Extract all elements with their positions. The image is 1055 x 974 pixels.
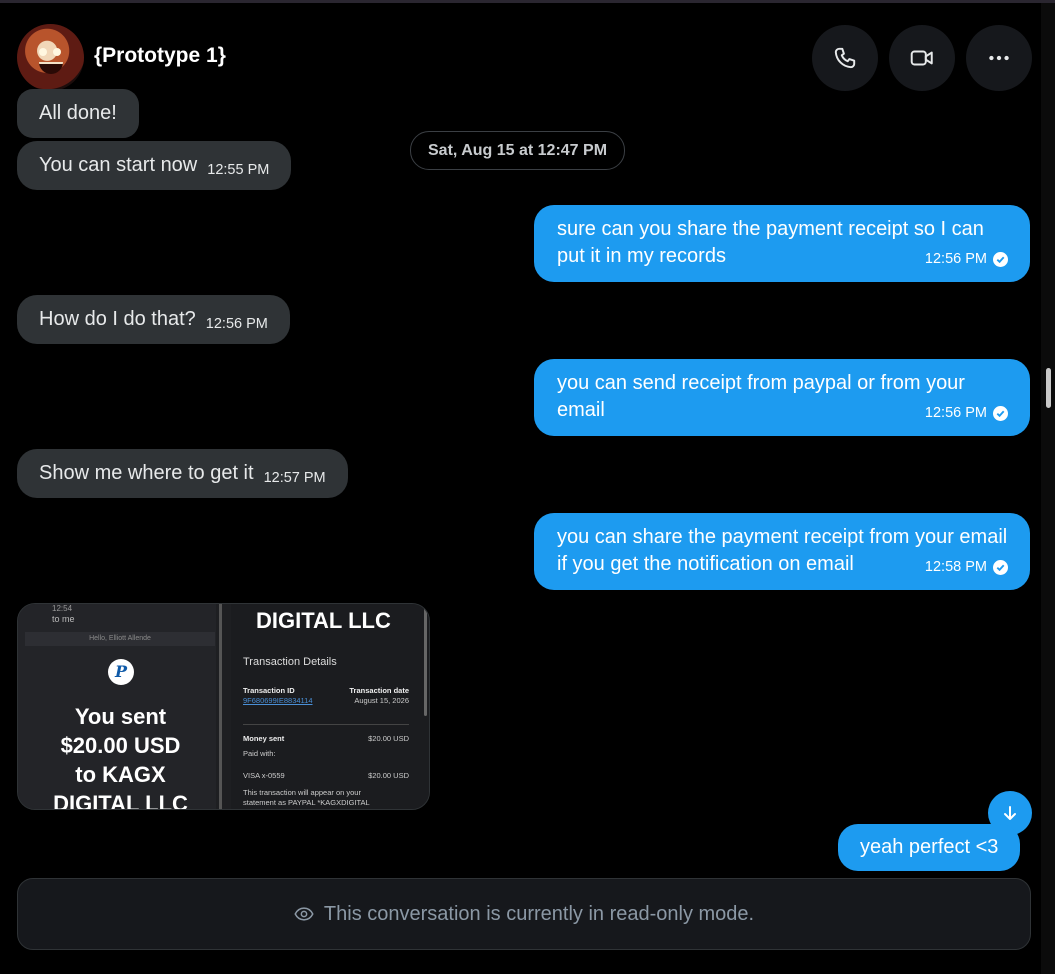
receipt-txdate-label: Transaction date bbox=[349, 686, 409, 695]
more-dots-icon bbox=[989, 55, 1009, 61]
message-outgoing[interactable]: you can send receipt from paypal or from… bbox=[534, 359, 1030, 436]
message-text: How do I do that? bbox=[39, 308, 196, 330]
receipt-line bbox=[243, 724, 409, 725]
message-incoming[interactable]: You can start now 12:55 PM bbox=[17, 141, 292, 190]
message-text: Show me where to get it bbox=[39, 462, 254, 484]
receipt-to: to me bbox=[52, 614, 75, 624]
message-incoming[interactable]: Show me where to get it 12:57 PM bbox=[17, 449, 348, 498]
phone-icon bbox=[834, 47, 856, 69]
read-only-text: This conversation is currently in read-o… bbox=[323, 902, 755, 925]
receipt-scrollbar bbox=[424, 606, 427, 716]
receipt-company: DIGITAL LLC bbox=[256, 608, 391, 633]
receipt-money-sent: $20.00 USD bbox=[368, 734, 409, 743]
message-time: 12:56 PM bbox=[924, 251, 987, 267]
receipt-sent-text: You sent $20.00 USD to KAGX DIGITAL LLC bbox=[53, 704, 188, 810]
receipt-details-title: Transaction Details bbox=[243, 656, 337, 668]
scrollbar-thumb[interactable] bbox=[1046, 368, 1051, 408]
message-incoming[interactable]: All done! bbox=[17, 89, 139, 138]
conversation-title[interactable]: {Prototype 1} bbox=[94, 44, 226, 68]
message-meta: 12:56 PM bbox=[925, 400, 1008, 427]
receipt-image[interactable]: 12:54 to me Hello, Elliott Allende P You… bbox=[17, 603, 430, 810]
more-options-button[interactable] bbox=[966, 25, 1032, 91]
receipt-card-amount: $20.00 USD bbox=[368, 771, 409, 780]
receipt-statement-2: statement as PAYPAL *KAGXDIGITAL bbox=[243, 798, 370, 807]
message-meta: 12:56 PM bbox=[925, 246, 1008, 273]
read-check-icon bbox=[993, 252, 1008, 267]
receipt-paid-with: Paid with: bbox=[243, 749, 276, 758]
receipt-statement-1: This transaction will appear on your bbox=[243, 788, 361, 797]
message-text: All done! bbox=[39, 102, 117, 124]
receipt-txid-label: Transaction ID bbox=[243, 686, 295, 695]
message-time: 12:57 PM bbox=[263, 469, 326, 486]
video-call-button[interactable] bbox=[889, 25, 955, 91]
message-outgoing[interactable]: yeah perfect <3 bbox=[838, 824, 1021, 871]
message-outgoing[interactable]: you can share the payment receipt from y… bbox=[534, 513, 1030, 590]
message-meta: 12:58 PM bbox=[925, 554, 1008, 581]
avatar[interactable] bbox=[17, 24, 84, 91]
read-check-icon bbox=[993, 406, 1008, 421]
message-text: yeah perfect <3 bbox=[860, 836, 999, 858]
read-only-banner: This conversation is currently in read-o… bbox=[17, 878, 1031, 950]
video-camera-icon bbox=[910, 50, 933, 66]
message-time: 12:55 PM bbox=[207, 161, 270, 178]
receipt-hello: Hello, Elliott Allende bbox=[25, 632, 215, 646]
call-button[interactable] bbox=[812, 25, 878, 91]
receipt-card: VISA x-0559 bbox=[243, 771, 285, 780]
date-separator: Sat, Aug 15 at 12:47 PM bbox=[410, 131, 626, 170]
read-check-icon bbox=[993, 560, 1008, 575]
receipt-status-time: 12:54 bbox=[52, 604, 73, 613]
message-incoming[interactable]: How do I do that? 12:56 PM bbox=[17, 295, 290, 344]
arrow-down-icon bbox=[1004, 806, 1016, 820]
message-outgoing[interactable]: sure can you share the payment receipt s… bbox=[534, 205, 1030, 282]
message-time: 12:56 PM bbox=[205, 315, 268, 332]
receipt-details-panel: DIGITAL LLC Transaction Details Transact… bbox=[231, 604, 429, 809]
eye-icon bbox=[294, 907, 314, 921]
receipt-divider bbox=[219, 604, 222, 809]
receipt-money-sent-label: Money sent bbox=[243, 734, 285, 743]
receipt-txdate: August 15, 2026 bbox=[354, 696, 409, 705]
scrollbar-track[interactable] bbox=[1041, 3, 1055, 974]
message-time: 12:56 PM bbox=[924, 405, 987, 421]
message-time: 12:58 PM bbox=[924, 559, 987, 575]
receipt-email-panel: 12:54 to me Hello, Elliott Allende P You… bbox=[18, 604, 216, 809]
paypal-logo-icon: P bbox=[108, 659, 134, 685]
receipt-txid: 9F680699IE8834114 bbox=[243, 696, 313, 705]
message-text: You can start now bbox=[39, 154, 198, 176]
conversation-header: {Prototype 1} bbox=[0, 0, 1040, 100]
